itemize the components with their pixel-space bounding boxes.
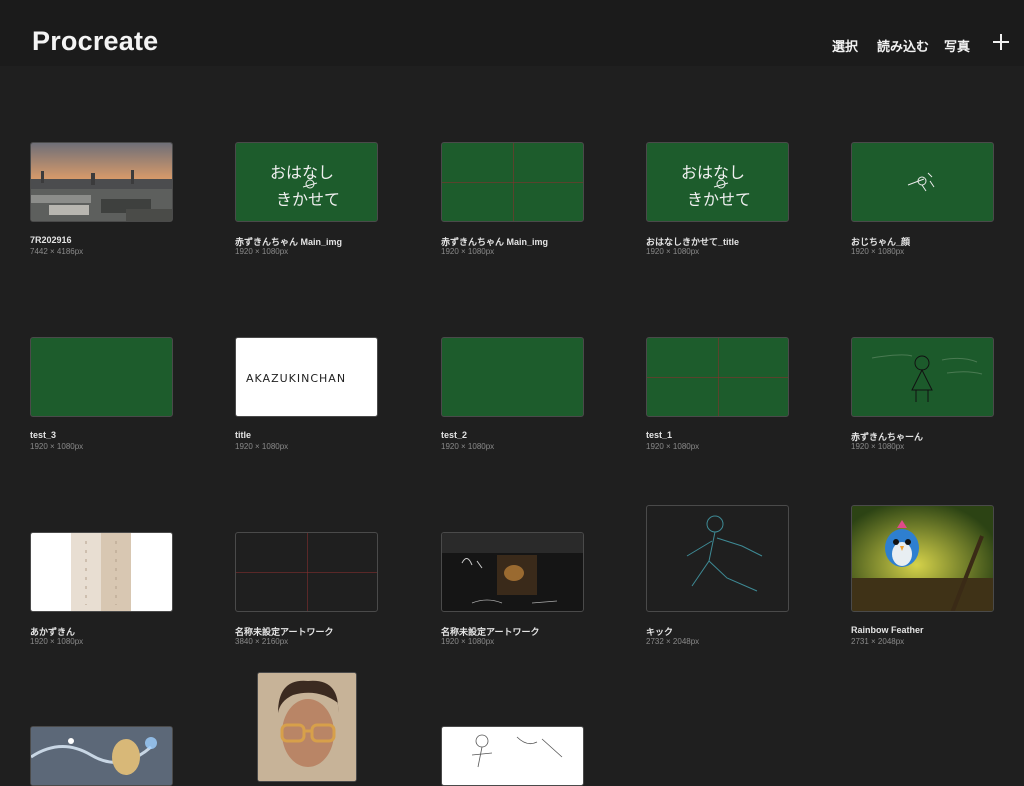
artwork-thumbnail[interactable]: [30, 142, 173, 222]
artwork-size: 1920 × 1080px: [441, 637, 495, 646]
guide-line: [307, 533, 308, 611]
chalkboard-sketch: [871, 354, 983, 402]
artwork-title: title: [235, 430, 252, 440]
artwork-thumbnail[interactable]: [441, 532, 584, 612]
handwritten-title-art: AKAZUKINCHAN: [246, 372, 346, 385]
artwork-thumbnail[interactable]: [30, 726, 173, 786]
dark-scene-art: [442, 533, 583, 604]
artwork-thumbnail[interactable]: [441, 142, 584, 222]
import-button[interactable]: 読み込む: [877, 36, 929, 55]
artwork-size: 1920 × 1080px: [235, 442, 289, 451]
artwork-size: 1920 × 1080px: [441, 442, 495, 451]
guide-line: [718, 338, 719, 416]
artwork-size: 1920 × 1080px: [441, 247, 495, 256]
fantasy-illustration: [31, 727, 172, 785]
guide-line: [513, 143, 514, 221]
doodle-art: [907, 172, 935, 192]
artwork-thumbnail[interactable]: [257, 672, 357, 782]
artwork-thumbnail[interactable]: [646, 505, 789, 612]
artwork-size: 3840 × 2160px: [235, 637, 289, 646]
sketch-paper-photo: [71, 533, 131, 611]
artwork-title: test_1: [646, 430, 673, 440]
thumb-text: AKAZUKINCHAN: [246, 372, 346, 385]
artwork-size: 1920 × 1080px: [30, 637, 84, 646]
artwork-size: 1920 × 1080px: [851, 247, 905, 256]
artwork-thumbnail[interactable]: [235, 532, 378, 612]
thumb-text-line1: おはなし: [681, 163, 745, 182]
thumb-text-line1: おはなし: [270, 163, 334, 182]
artwork-thumbnail[interactable]: おはなし きかせて: [646, 142, 789, 222]
artwork-thumbnail[interactable]: [30, 337, 173, 417]
artwork-size: 1920 × 1080px: [30, 442, 84, 451]
bird-illustration: [852, 506, 993, 611]
top-bar: Procreate 選択 読み込む 写真: [0, 0, 1024, 66]
artwork-thumbnail[interactable]: [441, 337, 584, 417]
plus-icon[interactable]: [993, 34, 1009, 50]
artwork-size: 7442 × 4186px: [30, 247, 84, 256]
handwritten-title-art: おはなし きかせて: [270, 163, 340, 209]
harbor-photo: [31, 143, 172, 221]
portrait-painting: [258, 673, 356, 781]
artwork-thumbnail[interactable]: [851, 142, 994, 222]
artwork-thumbnail[interactable]: [646, 337, 789, 417]
artwork-thumbnail[interactable]: [851, 337, 994, 417]
artwork-thumbnail[interactable]: おはなし きかせて: [235, 142, 378, 222]
artwork-title: test_3: [30, 430, 57, 440]
artwork-size: 1920 × 1080px: [235, 247, 289, 256]
select-button[interactable]: 選択: [832, 36, 858, 55]
artwork-thumbnail[interactable]: AKAZUKINCHAN: [235, 337, 378, 417]
artwork-size: 1920 × 1080px: [646, 247, 700, 256]
artwork-size: 1920 × 1080px: [646, 442, 700, 451]
artwork-size: 1920 × 1080px: [851, 442, 905, 451]
artwork-title: Rainbow Feather: [851, 625, 924, 635]
handwritten-title-art: おはなし きかせて: [681, 163, 751, 209]
artwork-thumbnail[interactable]: [851, 505, 994, 612]
thumb-text-line2: きかせて: [276, 190, 340, 209]
artwork-size: 2732 × 2048px: [646, 637, 700, 646]
artwork-thumbnail[interactable]: [441, 726, 584, 786]
line-sketch-art: [471, 734, 563, 768]
artwork-title: test_2: [441, 430, 468, 440]
thumb-text-line2: きかせて: [687, 190, 751, 209]
photo-button[interactable]: 写真: [944, 36, 970, 55]
artwork-title: 7R202916: [30, 235, 72, 245]
app-logo: Procreate: [32, 26, 159, 56]
artwork-thumbnail[interactable]: [30, 532, 173, 612]
artwork-size: 2731 × 2048px: [851, 637, 905, 646]
line-sketch-art: [686, 515, 763, 592]
